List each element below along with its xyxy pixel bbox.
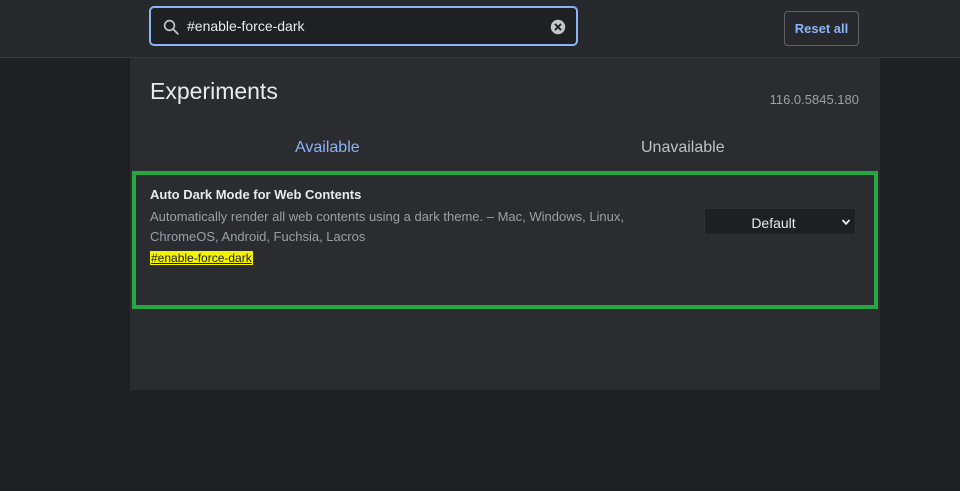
- search-box[interactable]: [149, 6, 578, 46]
- header-bar: Reset all: [0, 0, 960, 58]
- reset-all-button[interactable]: Reset all: [784, 11, 859, 46]
- version-number: 116.0.5845.180: [769, 92, 859, 107]
- experiment-title: Auto Dark Mode for Web Contents: [150, 187, 362, 202]
- tab-available[interactable]: Available: [295, 139, 360, 157]
- search-input[interactable]: [187, 15, 537, 37]
- clear-search-icon[interactable]: [549, 18, 567, 36]
- page-title: Experiments: [150, 78, 278, 104]
- select-value: Default: [751, 215, 796, 231]
- chevron-down-icon: [841, 219, 851, 226]
- search-icon: [163, 19, 179, 35]
- tab-unavailable[interactable]: Unavailable: [641, 139, 725, 157]
- experiment-card: Auto Dark Mode for Web Contents Automati…: [132, 171, 878, 309]
- experiment-state-select[interactable]: Default: [704, 208, 856, 235]
- experiment-description: Automatically render all web contents us…: [150, 209, 625, 244]
- experiments-panel: Experiments 116.0.5845.180 Available Una…: [130, 58, 880, 390]
- experiment-permalink[interactable]: #enable-force-dark: [150, 251, 253, 265]
